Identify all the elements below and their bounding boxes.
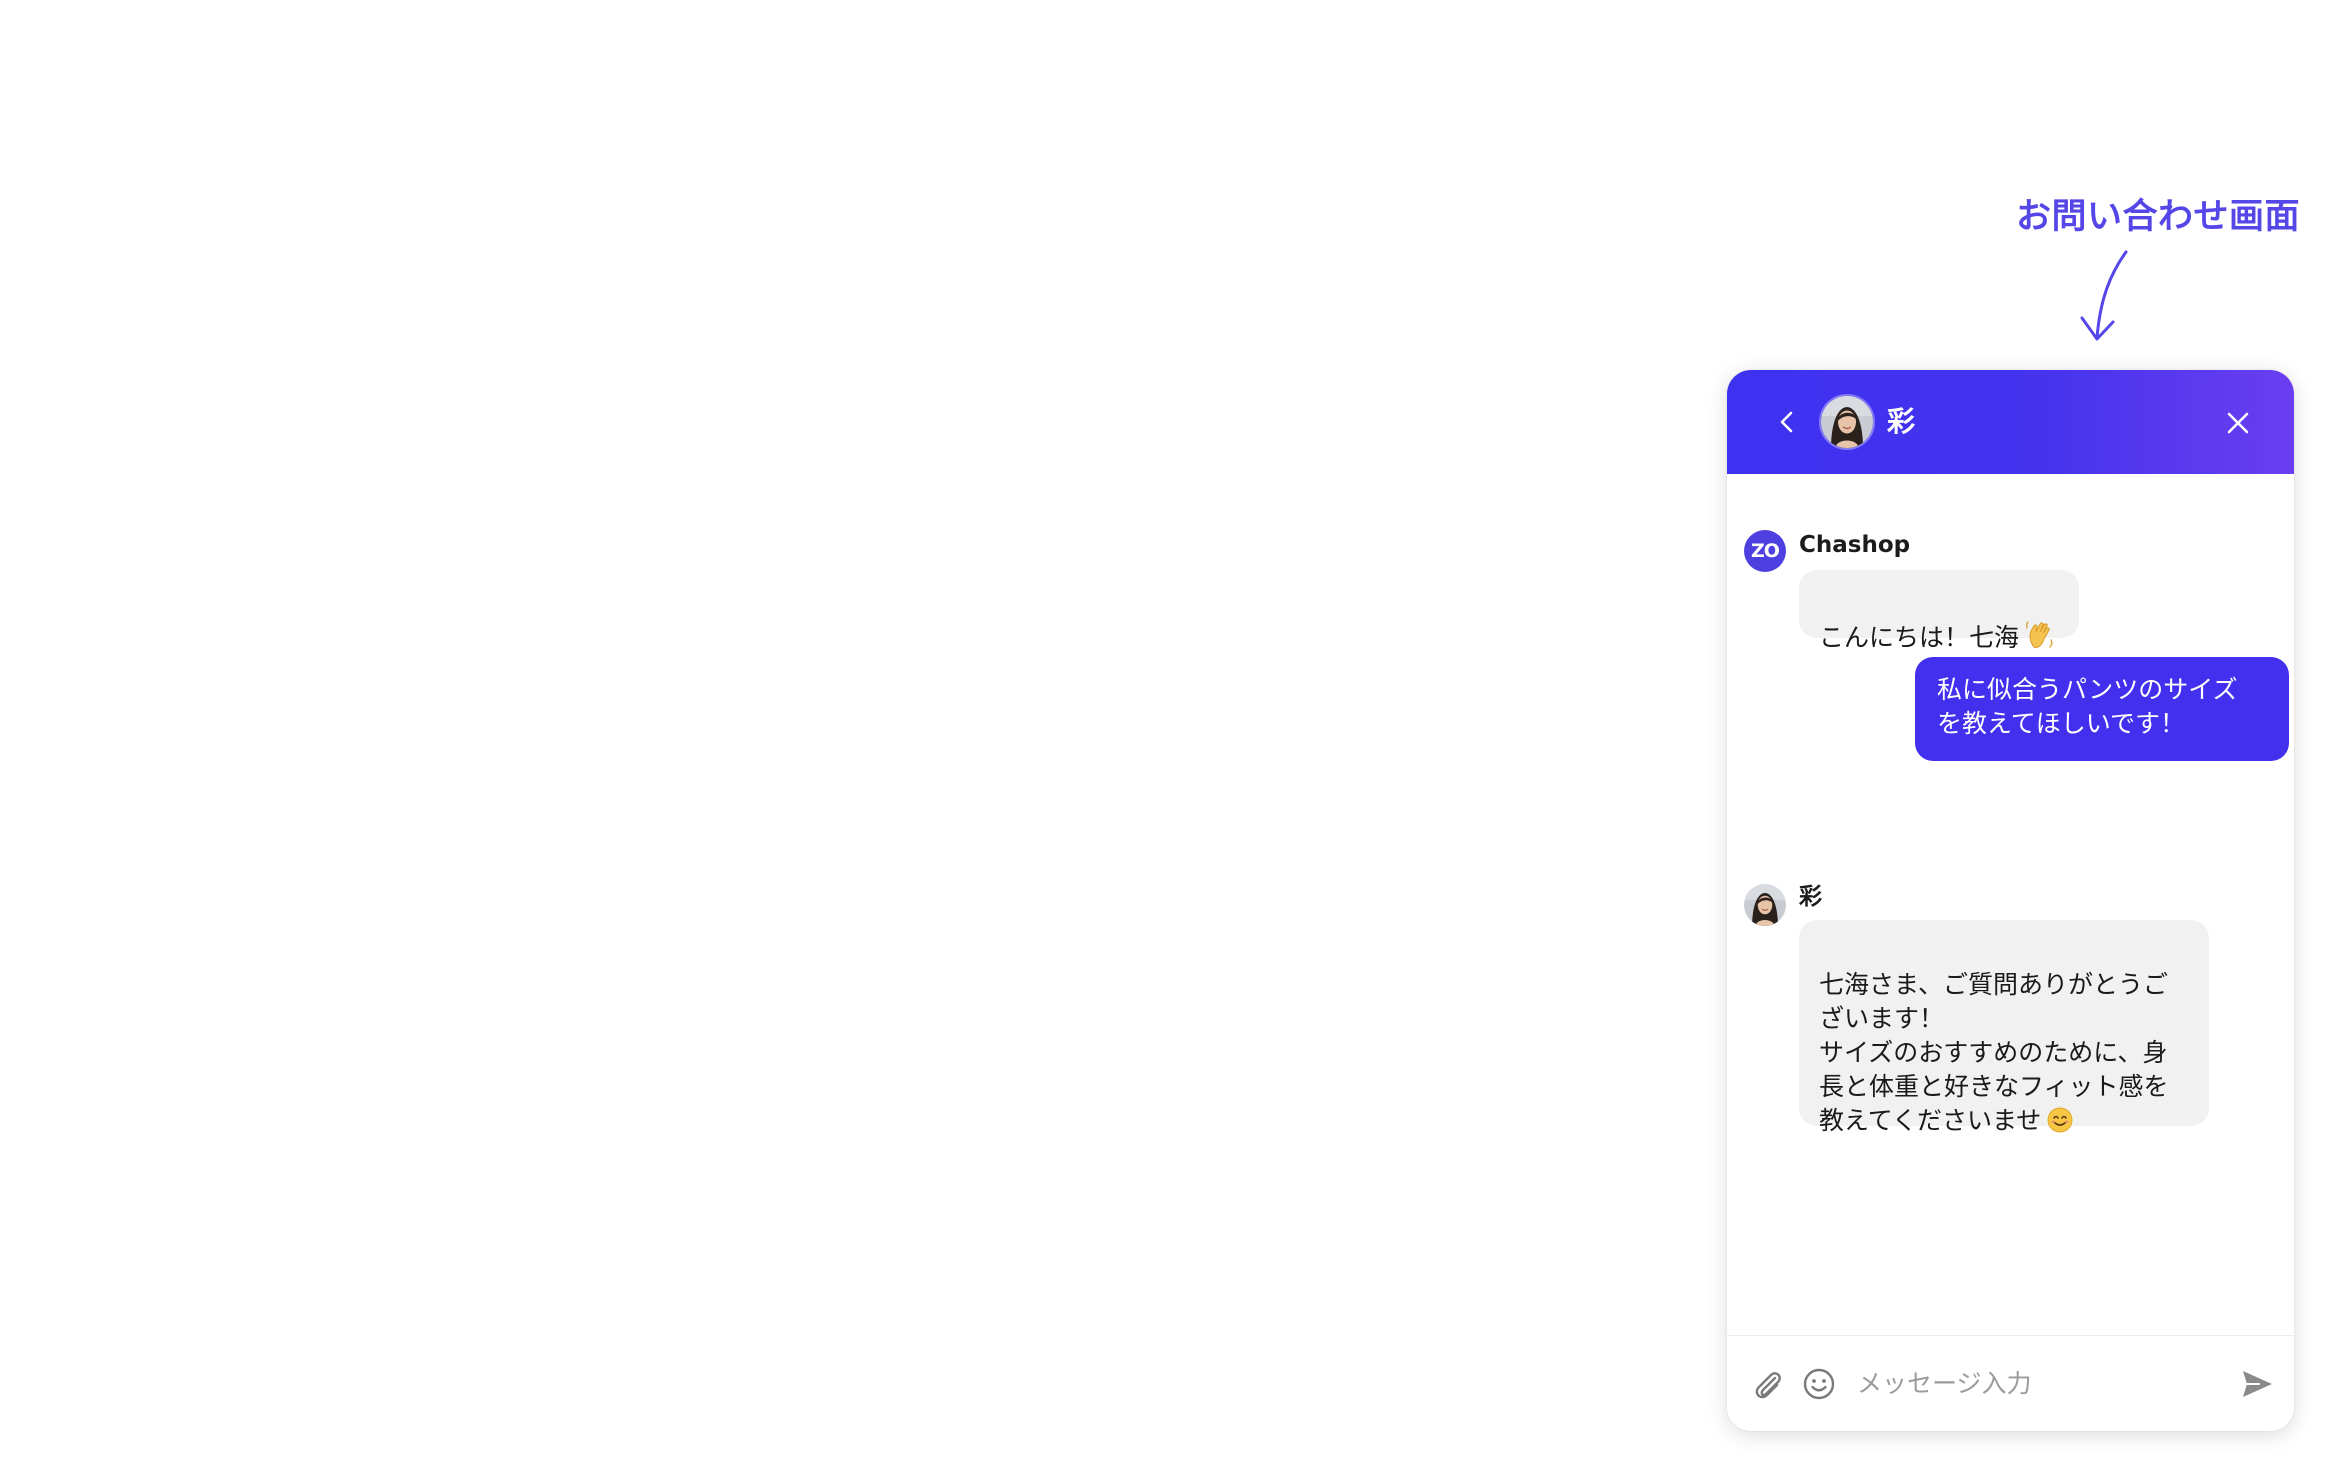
message-bubble-incoming: こんにちは！七海 [1799,570,2079,652]
smiley-icon[interactable] [1801,1366,1837,1402]
agent-name: 彩 [1887,405,1916,438]
close-icon[interactable] [2221,406,2255,440]
message-text: 七海さま、ご質問ありがとうご ざいます！ サイズのおすすめのために、身 長と体重… [1819,970,2169,1135]
send-icon[interactable] [2239,1366,2275,1402]
message-text: こんにちは！七海 [1819,623,2020,652]
page: お問い合わせ画面 彩 ZO Chashop こんにちは！七海 私に似合うパンツの… [0,0,2336,1480]
chat-window: 彩 ZO Chashop こんにちは！七海 私に似合うパンツのサイズ を教えてほ… [1727,370,2294,1431]
message-composer [1727,1335,2294,1431]
smiling-face-icon [2047,1107,2073,1133]
message-input[interactable] [1849,1360,2225,1406]
agent-avatar-small [1744,884,1786,926]
sender-name: 彩 [1799,884,1822,910]
message-bubble-incoming: 七海さま、ご質問ありがとうご ざいます！ サイズのおすすめのために、身 長と体重… [1799,920,2209,1135]
annotation-arrow-icon [2080,250,2128,341]
agent-avatar [1819,394,1875,450]
chat-header: 彩 [1727,370,2294,474]
waving-hand-icon [2025,621,2053,648]
paperclip-icon[interactable] [1749,1366,1787,1404]
bot-avatar: ZO [1744,530,1786,572]
message-bubble-outgoing: 私に似合うパンツのサイズ を教えてほしいです！ [1915,657,2289,761]
annotation-label: お問い合わせ画面 [2015,197,2300,237]
chat-messages: ZO Chashop こんにちは！七海 私に似合うパンツのサイズ を教えてほしい… [1727,474,2294,1334]
chevron-left-icon[interactable] [1771,406,1803,438]
sender-name: Chashop [1799,532,1911,558]
